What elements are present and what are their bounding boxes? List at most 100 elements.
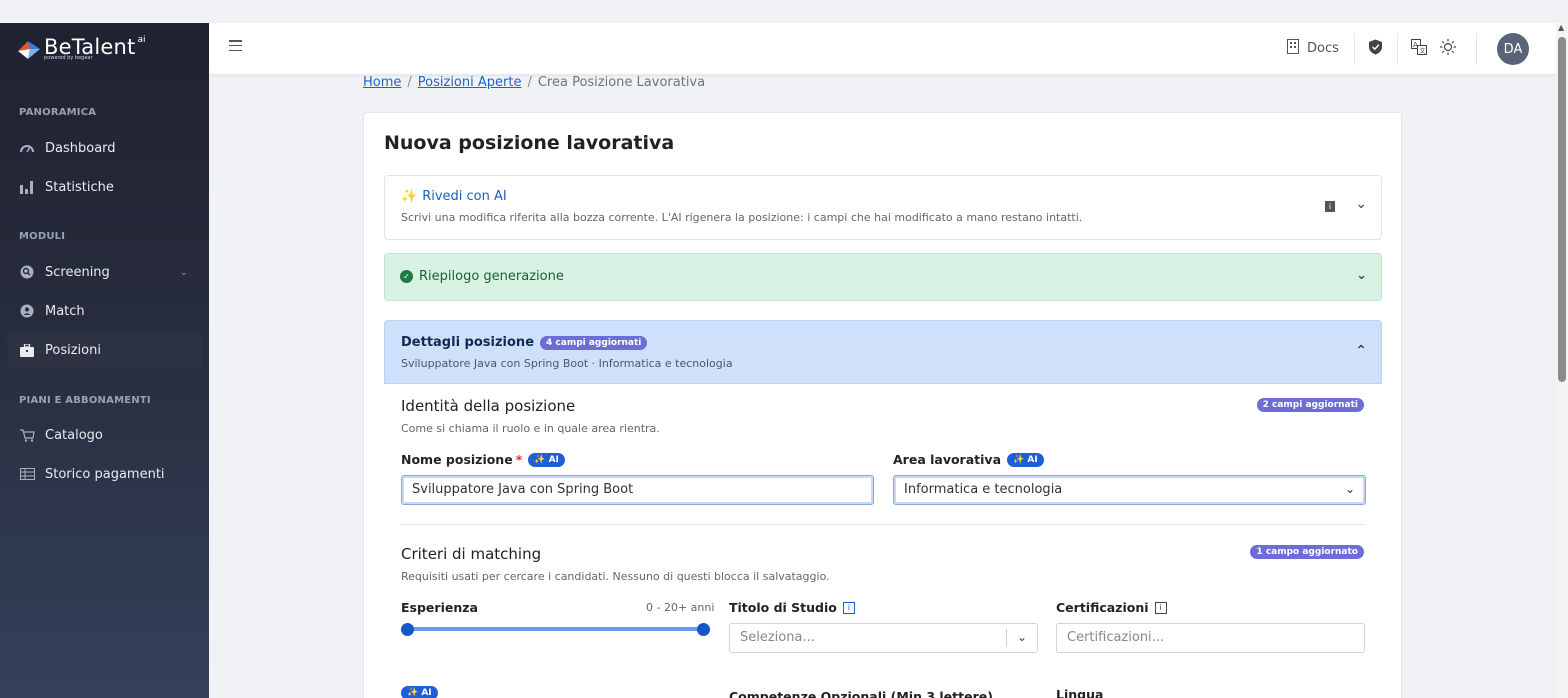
ai-review-title-text: Rivedi con AI <box>422 189 507 204</box>
optional-skills-label: Competenze Opzionali (Min 3 lettere) <box>729 689 993 698</box>
section-piani: PIANI E ABBONAMENTI <box>19 395 151 406</box>
experience-slider-track[interactable] <box>407 627 703 631</box>
work-area-select[interactable]: Informatica e tecnologia ⌄ <box>893 475 1366 505</box>
avatar[interactable]: DA <box>1497 33 1529 65</box>
experience-min-handle[interactable] <box>401 623 414 636</box>
language-label: Lingua <box>1056 687 1104 698</box>
browser-chrome <box>0 0 1568 23</box>
matching-section-subtitle: Requisiti usati per cercare i candidati.… <box>401 570 830 583</box>
sidebar-item-statistiche[interactable]: Statistiche <box>7 168 202 206</box>
position-name-label-text: Nome posizione <box>401 452 513 467</box>
docs-link[interactable]: Docs <box>1287 39 1339 58</box>
sidebar-item-label: Storico pagamenti <box>45 466 165 482</box>
menu-icon[interactable] <box>229 40 242 52</box>
sidebar-item-dashboard[interactable]: Dashboard <box>7 129 202 167</box>
details-subtitle: Sviluppatore Java con Spring Boot · Info… <box>401 357 733 370</box>
experience-label: Esperienza <box>401 600 478 615</box>
work-area-label: Area lavorativa ✨ AI <box>893 452 1044 467</box>
scroll-up-icon[interactable]: ▲ <box>1558 23 1564 32</box>
brand-suffix: ai <box>137 35 146 45</box>
check-circle-icon: ✓ <box>400 270 413 283</box>
cart-icon <box>19 427 35 443</box>
scrollbar-thumb[interactable] <box>1558 37 1566 382</box>
sidebar-item-match[interactable]: Match <box>7 292 202 330</box>
ai-review-panel[interactable]: ✨ Rivedi con AI Scrivi una modifica rifer… <box>384 175 1382 240</box>
position-name-input[interactable]: Sviluppatore Java con Spring Boot <box>401 475 874 505</box>
identity-updated-badge: 2 campi aggiornati <box>1256 398 1364 412</box>
chevron-down-icon[interactable]: ⌄ <box>1356 268 1367 283</box>
work-area-label-text: Area lavorativa <box>893 452 1002 467</box>
svg-text:A: A <box>1413 41 1418 49</box>
ledger-icon <box>19 466 35 482</box>
sidebar-item-label: Catalogo <box>45 427 103 443</box>
certifications-input[interactable]: Certificazioni... <box>1056 623 1365 653</box>
position-name-label: Nome posizione * ✨ AI <box>401 452 565 467</box>
info-icon[interactable]: i <box>1325 201 1335 212</box>
section-moduli: MODULI <box>19 231 66 242</box>
work-area-value: Informatica e tecnologia <box>904 482 1063 497</box>
sidebar-item-label: Posizioni <box>45 342 101 358</box>
ai-badge: ✨ AI <box>528 452 565 467</box>
details-header[interactable]: Dettagli posizione 4 campi aggiornati Sv… <box>384 320 1382 384</box>
details-title: Dettagli posizione 4 campi aggiornati <box>401 335 648 350</box>
brand-logo[interactable]: BeTalent ai powered by begear <box>16 35 145 63</box>
theme-sun-icon[interactable] <box>1440 39 1456 59</box>
building-icon <box>1287 39 1299 58</box>
generation-summary[interactable]: ✓ Riepilogo generazione ⌄ <box>384 253 1382 301</box>
summary-label: Riepilogo generazione <box>419 269 564 284</box>
study-title-label: Titolo di Studio i <box>729 600 855 615</box>
sidebar-item-screening[interactable]: Screening ⌄ <box>7 253 202 291</box>
study-title-label-text: Titolo di Studio <box>729 600 837 615</box>
breadcrumb: Home / Posizioni Aperte / Crea Posizione Lav… <box>363 75 706 90</box>
divider <box>1354 33 1355 65</box>
study-title-select[interactable]: Seleziona... ⌄ <box>729 623 1038 653</box>
chevron-up-icon[interactable]: ⌃ <box>1355 343 1367 359</box>
divider <box>1006 629 1007 647</box>
divider <box>401 524 1365 525</box>
page-title: Nuova posizione lavorativa <box>384 132 675 154</box>
ai-review-description: Scrivi una modifica riferita alla bozza … <box>401 211 1083 224</box>
sidebar: BeTalent ai powered by begear PANORAMICA… <box>0 23 209 698</box>
ai-review-title: ✨ Rivedi con AI <box>401 189 507 204</box>
sidebar-item-label: Dashboard <box>45 140 116 156</box>
breadcrumb-current: Crea Posizione Lavorativa <box>537 75 706 90</box>
required-mark: * <box>515 452 523 467</box>
experience-max-handle[interactable] <box>697 623 710 636</box>
divider <box>1476 33 1477 65</box>
identity-section-subtitle: Come si chiama il ruolo e in quale area … <box>401 422 660 435</box>
ai-badge: ✨ AI <box>1007 452 1044 467</box>
study-title-placeholder: Seleziona... <box>740 630 815 645</box>
chevron-down-icon[interactable]: ⌄ <box>1355 196 1367 212</box>
updated-fields-badge: 4 campi aggiornati <box>540 335 648 350</box>
matching-updated-badge: 1 campo aggiornato <box>1250 545 1364 559</box>
sidebar-item-catalogo[interactable]: Catalogo <box>7 416 202 454</box>
docs-label: Docs <box>1307 41 1339 56</box>
sidebar-item-posizioni[interactable]: Posizioni <box>7 331 202 369</box>
ai-badge: ✨ AI <box>401 686 438 698</box>
breadcrumb-positions[interactable]: Posizioni Aperte <box>418 75 522 90</box>
info-icon[interactable]: i <box>1154 601 1167 614</box>
info-icon[interactable]: i <box>842 601 855 614</box>
gauge-icon <box>19 140 35 156</box>
sparkle-icon: ✨ <box>401 189 418 204</box>
section-panoramica: PANORAMICA <box>19 107 97 118</box>
shield-icon[interactable] <box>1368 39 1383 59</box>
briefcase-icon <box>19 342 35 358</box>
breadcrumb-home[interactable]: Home <box>363 75 401 90</box>
logo-mark-icon <box>16 37 42 63</box>
matching-section-title: Criteri di matching <box>401 545 542 563</box>
certifications-label: Certificazioni i <box>1056 600 1167 615</box>
position-form-card: Nuova posizione lavorativa ✨ Rivedi con A… <box>363 112 1402 698</box>
identity-section-title: Identità della posizione <box>401 397 576 415</box>
chevron-down-icon: ⌄ <box>1344 482 1355 496</box>
chevron-down-icon: ⌄ <box>179 266 188 278</box>
topbar: Docs A文 DA <box>209 23 1556 75</box>
translate-icon[interactable]: A文 <box>1411 39 1427 59</box>
chevron-down-icon: ⌄ <box>1016 630 1027 644</box>
sidebar-item-label: Statistiche <box>45 179 114 195</box>
page-scrollbar[interactable]: ▲ <box>1556 23 1568 698</box>
details-title-text: Dettagli posizione <box>401 335 535 350</box>
sidebar-item-label: Match <box>45 303 85 319</box>
sidebar-item-storico-pagamenti[interactable]: Storico pagamenti <box>7 455 202 493</box>
sidebar-item-label: Screening <box>45 264 110 280</box>
